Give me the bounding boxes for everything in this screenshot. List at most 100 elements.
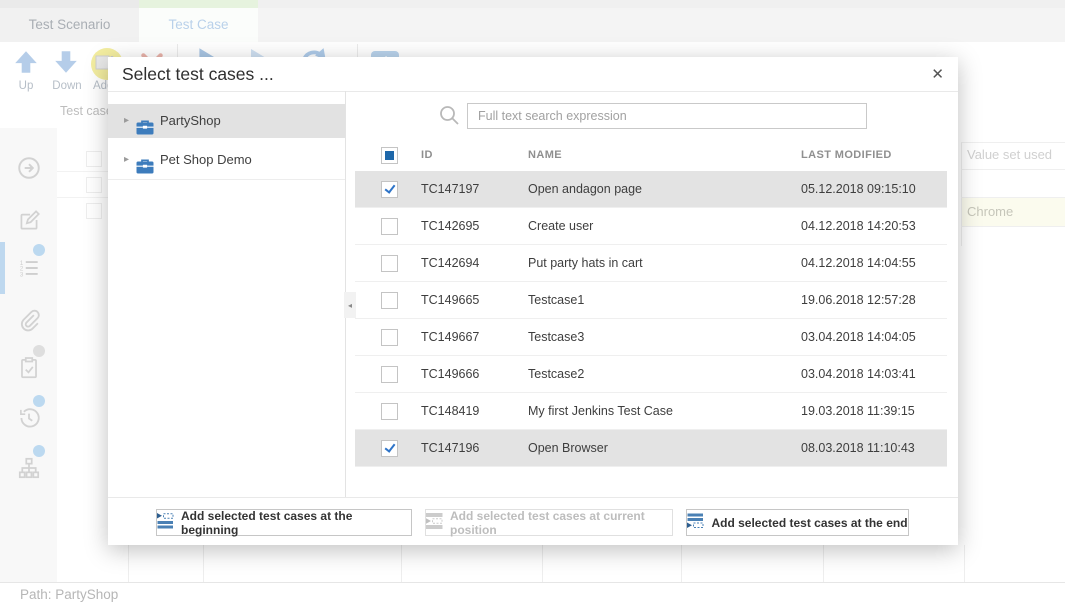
table-row[interactable]: TC147197 Open andagon page 05.12.2018 09… [355, 171, 947, 208]
column-header-name[interactable]: NAME [528, 149, 562, 161]
sidebar-item-hierarchy[interactable] [16, 455, 42, 481]
arrow-circle-icon [16, 168, 42, 185]
path-status: Path: PartyShop [20, 587, 118, 602]
row-checkbox[interactable] [381, 218, 398, 235]
row-checkbox[interactable] [381, 255, 398, 272]
sidebar-item-history[interactable] [16, 405, 42, 431]
testcase-name: Create user [528, 208, 593, 244]
background-row-line [961, 169, 1065, 170]
select-all-checkbox[interactable] [381, 147, 398, 164]
grid-line [203, 545, 204, 582]
testcase-modified: 19.06.2018 12:57:28 [801, 282, 916, 318]
insert-at-position-icon [426, 513, 443, 532]
search-icon [438, 104, 460, 131]
checklist-badge [33, 345, 45, 357]
sidebar-active-indicator [0, 242, 5, 294]
sitemap-icon [16, 468, 42, 485]
table-row[interactable]: TC142694 Put party hats in cart 04.12.20… [355, 245, 947, 282]
move-up-button[interactable] [12, 48, 40, 81]
table-header: ID NAME LAST MODIFIED [355, 140, 947, 171]
sidebar-item-checklist[interactable] [16, 355, 42, 381]
testcase-name: Testcase2 [528, 356, 584, 392]
add-at-current-position-button[interactable]: Add selected test cases at current posit… [425, 509, 673, 536]
testcase-modified: 03.04.2018 14:03:41 [801, 356, 916, 392]
select-test-cases-dialog: Select test cases ... ✕ ▸ PartyShop ▸ Pe… [108, 57, 958, 545]
table-row[interactable]: TC142695 Create user 04.12.2018 14:20:53 [355, 208, 947, 245]
chevron-right-icon[interactable]: ▸ [124, 104, 129, 138]
statusbar-divider [0, 582, 1065, 583]
move-up-label: Up [8, 80, 44, 92]
row-checkbox[interactable] [381, 366, 398, 383]
button-label: Add selected test cases at the end [711, 516, 907, 530]
arrow-up-icon [12, 63, 40, 80]
insert-at-top-icon [157, 513, 174, 532]
row-checkbox[interactable] [381, 440, 398, 457]
grid-line [681, 545, 682, 582]
sidebar-item-navigate[interactable] [16, 155, 42, 181]
dialog-footer-divider [108, 497, 958, 498]
background-row-line [57, 171, 108, 172]
close-icon[interactable]: ✕ [931, 65, 944, 83]
testcase-modified: 04.12.2018 14:04:55 [801, 245, 916, 281]
background-row-line [57, 197, 108, 198]
tree-item-pet-shop-demo[interactable]: ▸ Pet Shop Demo [108, 143, 345, 177]
grid-line [401, 545, 402, 582]
testcase-modified: 08.03.2018 11:10:43 [801, 430, 915, 466]
tree-divider [108, 179, 345, 180]
table-row[interactable]: TC149667 Testcase3 03.04.2018 14:04:05 [355, 319, 947, 356]
grid-line [964, 545, 965, 582]
testcase-name: Open andagon page [528, 171, 642, 207]
insert-at-bottom-icon [687, 513, 704, 532]
edit-icon [16, 220, 42, 237]
button-label: Add selected test cases at the beginning [181, 509, 411, 537]
testcase-id: TC142695 [421, 208, 479, 244]
project-briefcase-icon [136, 153, 154, 187]
table-row[interactable]: TC149666 Testcase2 03.04.2018 14:03:41 [355, 356, 947, 393]
button-label: Add selected test cases at current posit… [450, 509, 672, 537]
testcase-name: Put party hats in cart [528, 245, 643, 281]
testcase-modified: 03.04.2018 14:04:05 [801, 319, 916, 355]
steps-badge [33, 244, 45, 256]
testcase-name: Testcase3 [528, 319, 584, 355]
testcase-id: TC149667 [421, 319, 479, 355]
sidebar-item-attachments[interactable] [16, 307, 42, 333]
row-checkbox[interactable] [381, 181, 398, 198]
add-at-end-button[interactable]: Add selected test cases at the end [686, 509, 909, 536]
app-window: Test Scenario Test Case Up Down Add [0, 0, 1065, 606]
numbered-list-icon: 123 [16, 268, 42, 285]
tab-test-scenario[interactable]: Test Scenario [0, 0, 139, 42]
testcase-modified: 19.03.2018 11:39:15 [801, 393, 915, 429]
tabbar-filler [258, 8, 1065, 42]
sidebar-item-edit[interactable] [16, 207, 42, 233]
grid-line [542, 545, 543, 582]
row-checkbox[interactable] [381, 403, 398, 420]
testcase-name: Open Browser [528, 430, 608, 466]
column-header-id[interactable]: ID [421, 149, 433, 161]
table-row[interactable]: TC149665 Testcase1 19.06.2018 12:57:28 [355, 282, 947, 319]
row-checkbox[interactable] [381, 329, 398, 346]
testcase-id: TC147196 [421, 430, 479, 466]
sidebar-item-steps-list[interactable]: 123 [16, 255, 42, 281]
tab-test-case[interactable]: Test Case [139, 0, 258, 42]
search-input[interactable] [467, 103, 867, 129]
chevron-right-icon[interactable]: ▸ [124, 143, 129, 177]
testcase-modified: 04.12.2018 14:20:53 [801, 208, 916, 244]
tree-item-label: Pet Shop Demo [160, 143, 252, 177]
background-checkbox [86, 177, 102, 193]
testcase-modified: 05.12.2018 09:15:10 [801, 171, 916, 207]
move-down-button[interactable] [52, 48, 80, 81]
clipboard-check-icon [16, 368, 42, 385]
row-checkbox[interactable] [381, 292, 398, 309]
background-checkbox [86, 203, 102, 219]
table-row[interactable]: TC148419 My first Jenkins Test Case 19.0… [355, 393, 947, 430]
table-row[interactable]: TC147196 Open Browser 08.03.2018 11:10:4… [355, 430, 947, 467]
add-at-beginning-button[interactable]: Add selected test cases at the beginning [156, 509, 412, 536]
hierarchy-badge [33, 445, 45, 457]
dialog-title: Select test cases ... [122, 64, 274, 85]
tree-item-partyshop[interactable]: ▸ PartyShop [108, 104, 345, 138]
column-header-last-modified[interactable]: LAST MODIFIED [801, 149, 892, 161]
paperclip-icon [16, 320, 42, 337]
grid-line [128, 545, 129, 582]
testcase-id: TC149666 [421, 356, 479, 392]
arrow-down-icon [52, 63, 80, 80]
